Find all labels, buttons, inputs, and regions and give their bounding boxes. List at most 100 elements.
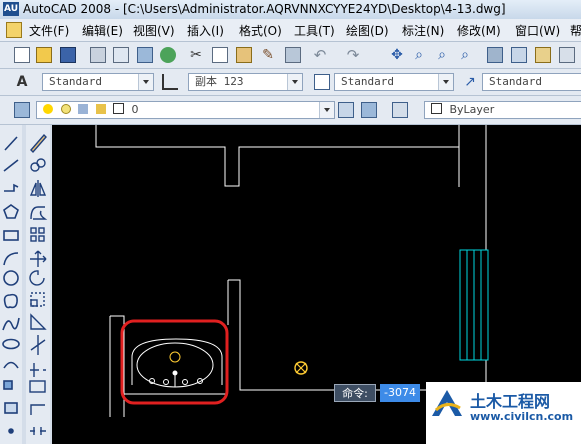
zoom-window-icon[interactable]: ⌕: [434, 47, 450, 63]
undo-icon[interactable]: ↶: [312, 47, 328, 63]
menu-window[interactable]: 窗口(W): [515, 22, 560, 39]
polyline-icon: [4, 183, 19, 192]
stretch-icon: [30, 313, 47, 330]
table-style-select[interactable]: Standard: [334, 73, 454, 91]
zoom-previous-icon[interactable]: ⌕: [457, 47, 473, 63]
open-folder-icon[interactable]: [36, 47, 52, 63]
menu-format[interactable]: 格式(O): [239, 22, 282, 39]
autocad-app-icon[interactable]: AU: [3, 2, 19, 16]
window-lines: [459, 249, 489, 361]
print-icon[interactable]: [90, 47, 106, 63]
title-bar: AU AutoCAD 2008 - [C:\Users\Administrato…: [0, 0, 581, 20]
sheet-set-icon[interactable]: [559, 47, 575, 63]
point-icon: [8, 428, 14, 434]
menu-insert[interactable]: 插入(I): [187, 22, 224, 39]
design-center-icon[interactable]: [511, 47, 527, 63]
layer-previous-icon[interactable]: [361, 102, 377, 118]
match-properties-icon[interactable]: ✎: [260, 47, 276, 63]
menu-view[interactable]: 视图(V): [133, 22, 175, 39]
make-block-icon: [4, 402, 18, 414]
rotate-icon: [29, 270, 45, 286]
3d-dwf-icon[interactable]: [160, 47, 176, 63]
window-title: AutoCAD 2008 - [C:\Users\Administrator.A…: [23, 2, 506, 16]
ellipse-arc-icon: [3, 361, 19, 369]
spline-icon: [2, 317, 20, 331]
join-icon: [30, 427, 46, 435]
new-file-icon[interactable]: [14, 47, 30, 63]
break-icon: [29, 380, 46, 393]
menu-bar: 文件(F) 编辑(E) 视图(V) 插入(I) 格式(O) 工具(T) 绘图(D…: [0, 19, 581, 42]
menu-dimension[interactable]: 标注(N): [402, 22, 444, 39]
layer-color-swatch: [113, 103, 124, 114]
erase-icon: [30, 133, 47, 154]
text-style-select[interactable]: Standard: [42, 73, 154, 91]
watermark-site-name: 土木工程网: [470, 392, 551, 411]
draw-toolbar: [0, 125, 22, 444]
menu-draw[interactable]: 绘图(D): [346, 22, 389, 39]
arc-icon: [3, 252, 19, 266]
chamfer-icon: [30, 404, 45, 415]
menu-tools[interactable]: 工具(T): [294, 22, 335, 39]
dim-style-select[interactable]: 副本 123: [188, 73, 303, 91]
modify-toolbar: [26, 125, 50, 444]
layer-select[interactable]: 0: [36, 101, 335, 119]
text-style-icon[interactable]: A: [14, 74, 30, 90]
menu-edit[interactable]: 编辑(E): [82, 22, 123, 39]
dim-style-icon[interactable]: [162, 74, 178, 90]
site-watermark: 土木工程网 www.civilcn.com: [426, 382, 581, 444]
table-style-icon[interactable]: [314, 74, 330, 90]
layer-manager-icon[interactable]: [14, 102, 30, 118]
standard-toolbar: ✂ ✎ ↶ ↷ ✥ ⌕ ⌕ ⌕: [0, 42, 581, 69]
color-swatch: [431, 103, 442, 114]
multileader-style-select[interactable]: Standard: [482, 73, 581, 91]
insert-block-icon: [3, 380, 13, 390]
print-preview-icon[interactable]: [113, 47, 129, 63]
copy-icon[interactable]: [212, 47, 228, 63]
publish-icon[interactable]: [137, 47, 153, 63]
cut-icon[interactable]: ✂: [188, 47, 204, 63]
styles-toolbar: A Standard 副本 123 Standard ↗ Standard: [0, 69, 581, 96]
revision-cloud-icon: [3, 293, 18, 309]
pan-icon[interactable]: ✥: [389, 47, 405, 63]
document-icon[interactable]: [6, 22, 22, 38]
block-editor-icon[interactable]: [285, 47, 301, 63]
drain-icon: [169, 351, 181, 363]
layer-on-bulb-icon[interactable]: [43, 104, 53, 114]
rectangle-icon: [3, 230, 19, 241]
multileader-style-icon[interactable]: ↗: [462, 74, 478, 90]
offset-icon: [30, 206, 48, 220]
tool-palettes-icon[interactable]: [535, 47, 551, 63]
watermark-url: www.civilcn.com: [470, 410, 574, 423]
color-control-select[interactable]: ByLayer: [424, 101, 581, 119]
menu-file[interactable]: 文件(F): [29, 22, 69, 39]
polygon-icon: [3, 204, 19, 219]
layer-unlock-icon[interactable]: [95, 104, 106, 114]
redo-icon[interactable]: ↷: [345, 47, 361, 63]
modify-tools-icons: [29, 133, 48, 435]
draw-tools-icons: [2, 136, 20, 434]
menu-modify[interactable]: 修改(M): [457, 22, 501, 39]
make-current-layer-icon[interactable]: [338, 102, 354, 118]
command-input[interactable]: -3074: [380, 384, 420, 402]
layers-toolbar: 0 ByLayer: [0, 96, 581, 125]
line-tool-icon: [4, 136, 18, 151]
trim-icon: [30, 335, 46, 355]
construction-line-icon: [3, 159, 19, 172]
wash-basin: [131, 338, 223, 388]
layer-viewport-freeze-icon[interactable]: [78, 104, 88, 114]
menu-help[interactable]: 帮: [570, 22, 581, 39]
paste-icon[interactable]: [236, 47, 252, 63]
command-prompt-label: 命令:: [334, 384, 376, 402]
ellipse-icon: [2, 338, 20, 350]
array-icon: [30, 227, 37, 234]
circle-icon: [3, 270, 19, 286]
save-icon[interactable]: [60, 47, 76, 63]
properties-icon[interactable]: [487, 47, 503, 63]
layer-thaw-sun-icon[interactable]: [60, 104, 71, 114]
mirror-icon: [29, 180, 47, 197]
layer-states-icon[interactable]: [392, 102, 408, 118]
snap-marker: [294, 361, 308, 375]
extend-icon: [30, 363, 46, 377]
zoom-realtime-icon[interactable]: ⌕: [411, 47, 427, 63]
current-layer-name: 0: [131, 103, 139, 116]
